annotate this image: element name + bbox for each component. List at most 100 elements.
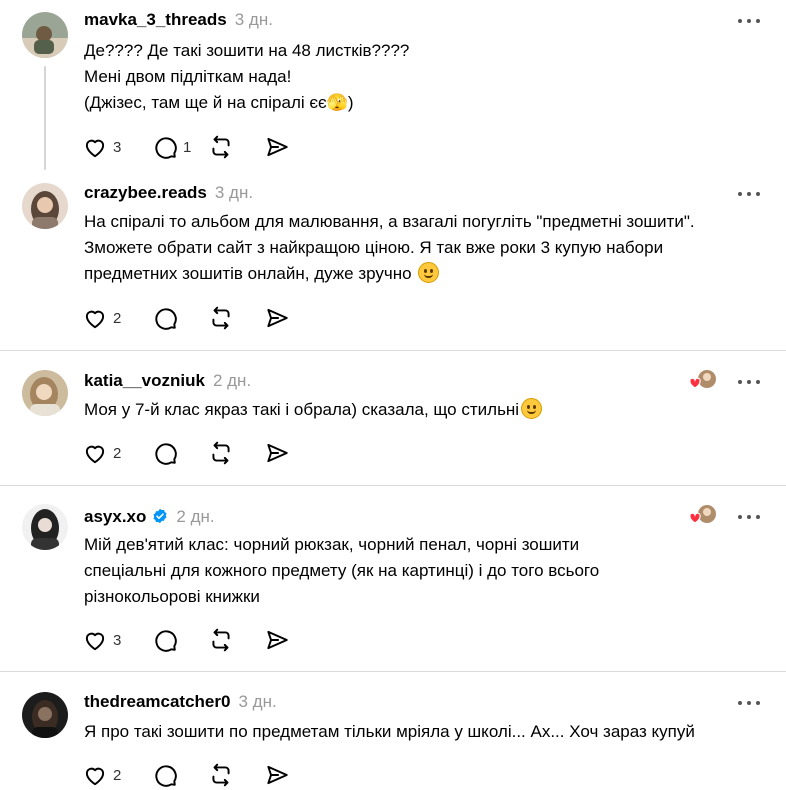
reply-button[interactable] [152,626,208,654]
more-icon[interactable] [738,189,760,199]
more-icon[interactable] [738,377,760,387]
like-button[interactable]: 3 [82,133,152,161]
timestamp[interactable]: 2 дн. [176,507,214,527]
author-liked-badge [688,369,718,391]
comment-post: crazybee.reads 3 дн. На спіралі то альбо… [0,175,786,351]
repost-icon [212,441,230,465]
more-icon[interactable] [738,512,760,522]
text-line: На спіралі то альбом для малювання, а вз… [84,212,695,231]
like-button[interactable]: 3 [82,626,152,654]
action-bar: 2 [82,304,294,332]
share-button[interactable] [264,626,294,654]
avatar[interactable] [22,183,68,229]
post-header: crazybee.reads 3 дн. [84,183,253,203]
share-button[interactable] [264,304,294,332]
post-header: asyx.xo 2 дн. [84,506,215,527]
reply-button[interactable] [152,439,208,467]
post-header: mavka_3_threads 3 дн. [84,10,273,30]
text-line: Мені двом підліткам нада! [84,67,292,86]
like-count: 2 [113,309,122,327]
like-button[interactable]: 2 [82,761,152,789]
avatar-image [22,504,68,550]
repost-button[interactable] [208,626,264,654]
share-button[interactable] [264,133,294,161]
send-icon [267,137,288,157]
share-button[interactable] [264,761,294,789]
username[interactable]: katia__vozniuk [84,371,205,391]
username[interactable]: mavka_3_threads [84,10,227,30]
comments-feed: mavka_3_threads 3 дн. Де???? Де такі зош… [0,0,786,790]
username[interactable]: crazybee.reads [84,183,207,203]
action-bar: 2 [82,439,294,467]
repost-icon [212,306,230,330]
like-button[interactable]: 2 [82,304,152,332]
repost-icon [212,135,230,159]
reply-button[interactable]: 1 [152,133,208,161]
comment-icon [155,443,177,465]
comment-icon [155,765,177,787]
comment-icon [155,630,177,652]
repost-button[interactable] [208,439,264,467]
repost-icon [212,628,230,652]
send-icon [267,630,288,650]
send-icon [267,443,288,463]
avatar[interactable] [22,12,68,58]
comment-icon [155,308,177,330]
repost-button[interactable] [208,133,264,161]
text-line: Де???? Де такі зошити на 48 листків???? [84,41,410,60]
text-line: (Джізес, там ще й на спіралі єє🫣) [84,93,354,112]
comment-post: katia__vozniuk 2 дн. Моя у 7-й клас якра… [0,351,786,486]
share-button[interactable] [264,439,294,467]
heart-icon [85,767,105,786]
action-bar: 3 1 [82,133,294,161]
repost-button[interactable] [208,761,264,789]
text-line: Мій дев'ятий клас: чорний рюкзак, чорний… [84,535,580,554]
comment-icon [155,137,177,159]
heart-icon [85,310,105,329]
heart-icon [85,139,105,158]
post-text: Моя у 7-й клас якраз такі і обрала) сказ… [84,397,774,423]
repost-icon [212,763,230,787]
comment-post: asyx.xo 2 дн. Мій дев'ятий клас: чорний … [0,486,786,672]
more-icon[interactable] [738,698,760,708]
post-text: Мій дев'ятий клас: чорний рюкзак, чорний… [84,532,774,610]
timestamp[interactable]: 3 дн. [235,10,273,30]
text-line: різнокольорові книжки [84,587,260,606]
avatar[interactable] [22,692,68,738]
username[interactable]: thedreamcatcher0 [84,692,230,712]
send-icon [267,308,288,328]
comment-post: thedreamcatcher0 3 дн. Я про такі зошити… [0,672,786,790]
verified-icon [152,508,168,524]
avatar-image [22,183,68,229]
timestamp[interactable]: 2 дн. [213,371,251,391]
reply-button[interactable] [152,304,208,332]
like-count: 3 [113,631,122,649]
send-icon [267,765,288,785]
author-liked-badge [688,504,718,526]
repost-button[interactable] [208,304,264,332]
avatar[interactable] [22,370,68,416]
text-line: Моя у 7-й клас якраз такі і обрала) сказ… [84,400,520,419]
heart-icon [85,632,105,651]
action-bar: 3 [82,626,294,654]
timestamp[interactable]: 3 дн. [238,692,276,712]
comment-post: mavka_3_threads 3 дн. Де???? Де такі зош… [0,0,786,175]
timestamp[interactable]: 3 дн. [215,183,253,203]
avatar[interactable] [22,504,68,550]
like-count: 2 [113,444,122,462]
post-text: На спіралі то альбом для малювання, а вз… [84,209,774,287]
post-text: Де???? Де такі зошити на 48 листків???? … [84,38,774,116]
smiling-face-icon [418,262,440,283]
thread-line [44,66,46,170]
like-button[interactable]: 2 [82,439,152,467]
text-line: спеціальні для кожного предмету (як на к… [84,561,600,580]
reply-button[interactable] [152,761,208,789]
more-icon[interactable] [738,16,760,26]
post-header: thedreamcatcher0 3 дн. [84,692,277,712]
avatar-image [22,370,68,416]
heart-icon [85,445,105,464]
avatar-image [22,12,68,58]
action-bar: 2 [82,761,294,789]
text-line: Я про такі зошити по предметам тільки мр… [84,722,695,741]
username[interactable]: asyx.xo [84,507,146,527]
